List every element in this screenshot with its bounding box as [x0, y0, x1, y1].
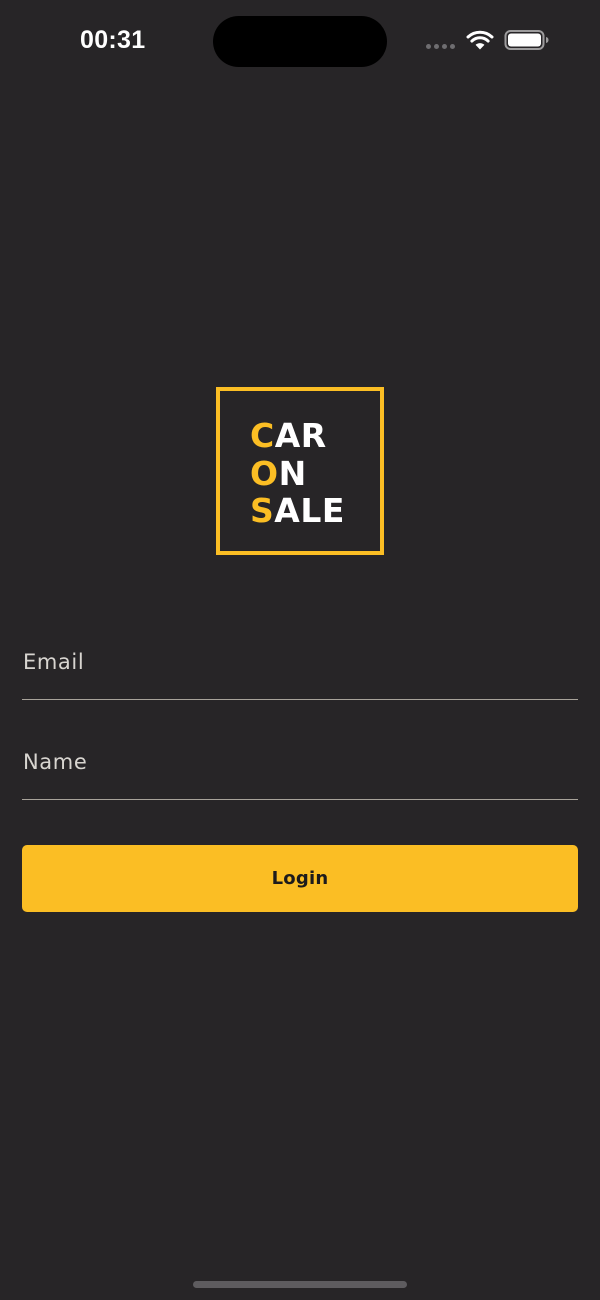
car-on-sale-logo: CAR ON SALE — [216, 387, 384, 555]
dynamic-island — [213, 16, 387, 67]
cellular-dots-icon — [426, 44, 455, 49]
status-time: 00:31 — [80, 26, 146, 54]
battery-icon — [504, 30, 549, 50]
logo-letter-o: O — [250, 453, 279, 493]
logo-text-n: N — [278, 453, 307, 493]
logo-letter-s: S — [250, 491, 275, 530]
logo-wordmark: CAR ON SALE — [250, 417, 345, 530]
home-indicator[interactable] — [193, 1281, 407, 1288]
wifi-icon — [466, 30, 494, 50]
logo-letter-c: C — [250, 416, 275, 455]
email-field-container — [22, 640, 578, 700]
logo-line-sale: SALE — [250, 492, 345, 530]
logo-text-ar: AR — [274, 416, 327, 455]
logo-line-on: ON — [250, 453, 345, 493]
email-input[interactable] — [22, 640, 578, 699]
name-input[interactable] — [22, 740, 578, 799]
login-button[interactable]: Login — [22, 845, 578, 912]
logo-text-ale: ALE — [274, 491, 345, 530]
logo-line-car: CAR — [250, 417, 345, 455]
name-field-container — [22, 740, 578, 800]
